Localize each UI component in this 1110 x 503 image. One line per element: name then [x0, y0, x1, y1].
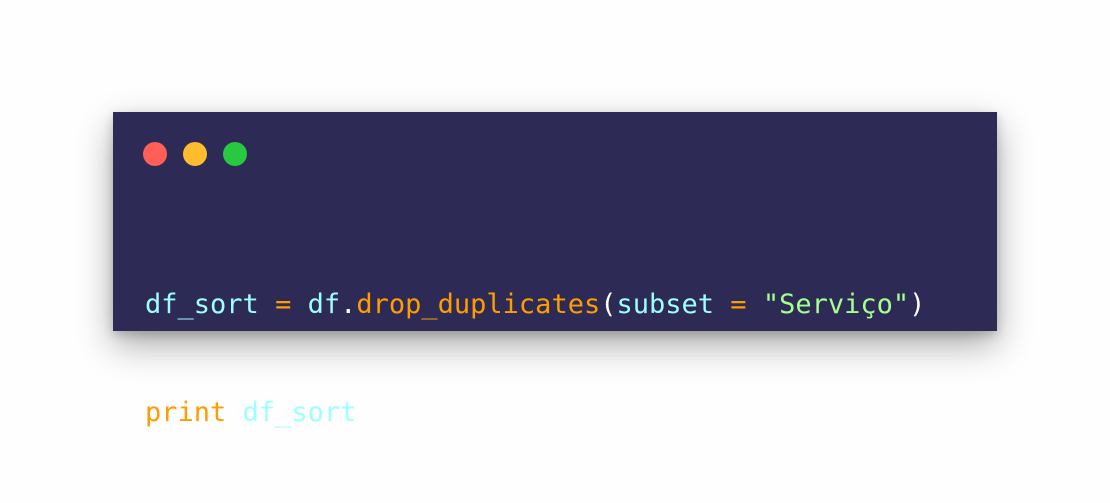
code-token-param: subset [616, 289, 715, 320]
code-token-rparen: ) [909, 289, 926, 320]
code-token-dot: . [340, 289, 357, 320]
code-block: df_sort = df.drop_duplicates(subset = "S… [145, 215, 925, 503]
code-token-method: drop_duplicates [356, 289, 601, 320]
code-line-1: df_sort = df.drop_duplicates(subset = "S… [145, 287, 925, 323]
code-line-2: print(df_sort) [145, 395, 925, 431]
maximize-window-dot-icon[interactable] [223, 142, 247, 166]
code-token-variable: df_sort [145, 289, 259, 320]
window-controls [143, 142, 247, 166]
code-token-operator: = [730, 289, 747, 320]
code-token-function: print [145, 397, 227, 428]
code-token-lparen: ( [600, 289, 617, 320]
code-window: df_sort = df.drop_duplicates(subset = "S… [113, 112, 997, 428]
code-token-rparen: ) [356, 397, 373, 428]
code-token-argument: df_sort [242, 397, 357, 428]
minimize-window-dot-icon[interactable] [183, 142, 207, 166]
close-window-dot-icon[interactable] [143, 142, 167, 166]
code-token-lparen: ( [226, 397, 243, 428]
code-token-object: df [307, 289, 341, 320]
code-token-string: "Serviço" [762, 289, 910, 320]
code-token-operator: = [275, 289, 292, 320]
